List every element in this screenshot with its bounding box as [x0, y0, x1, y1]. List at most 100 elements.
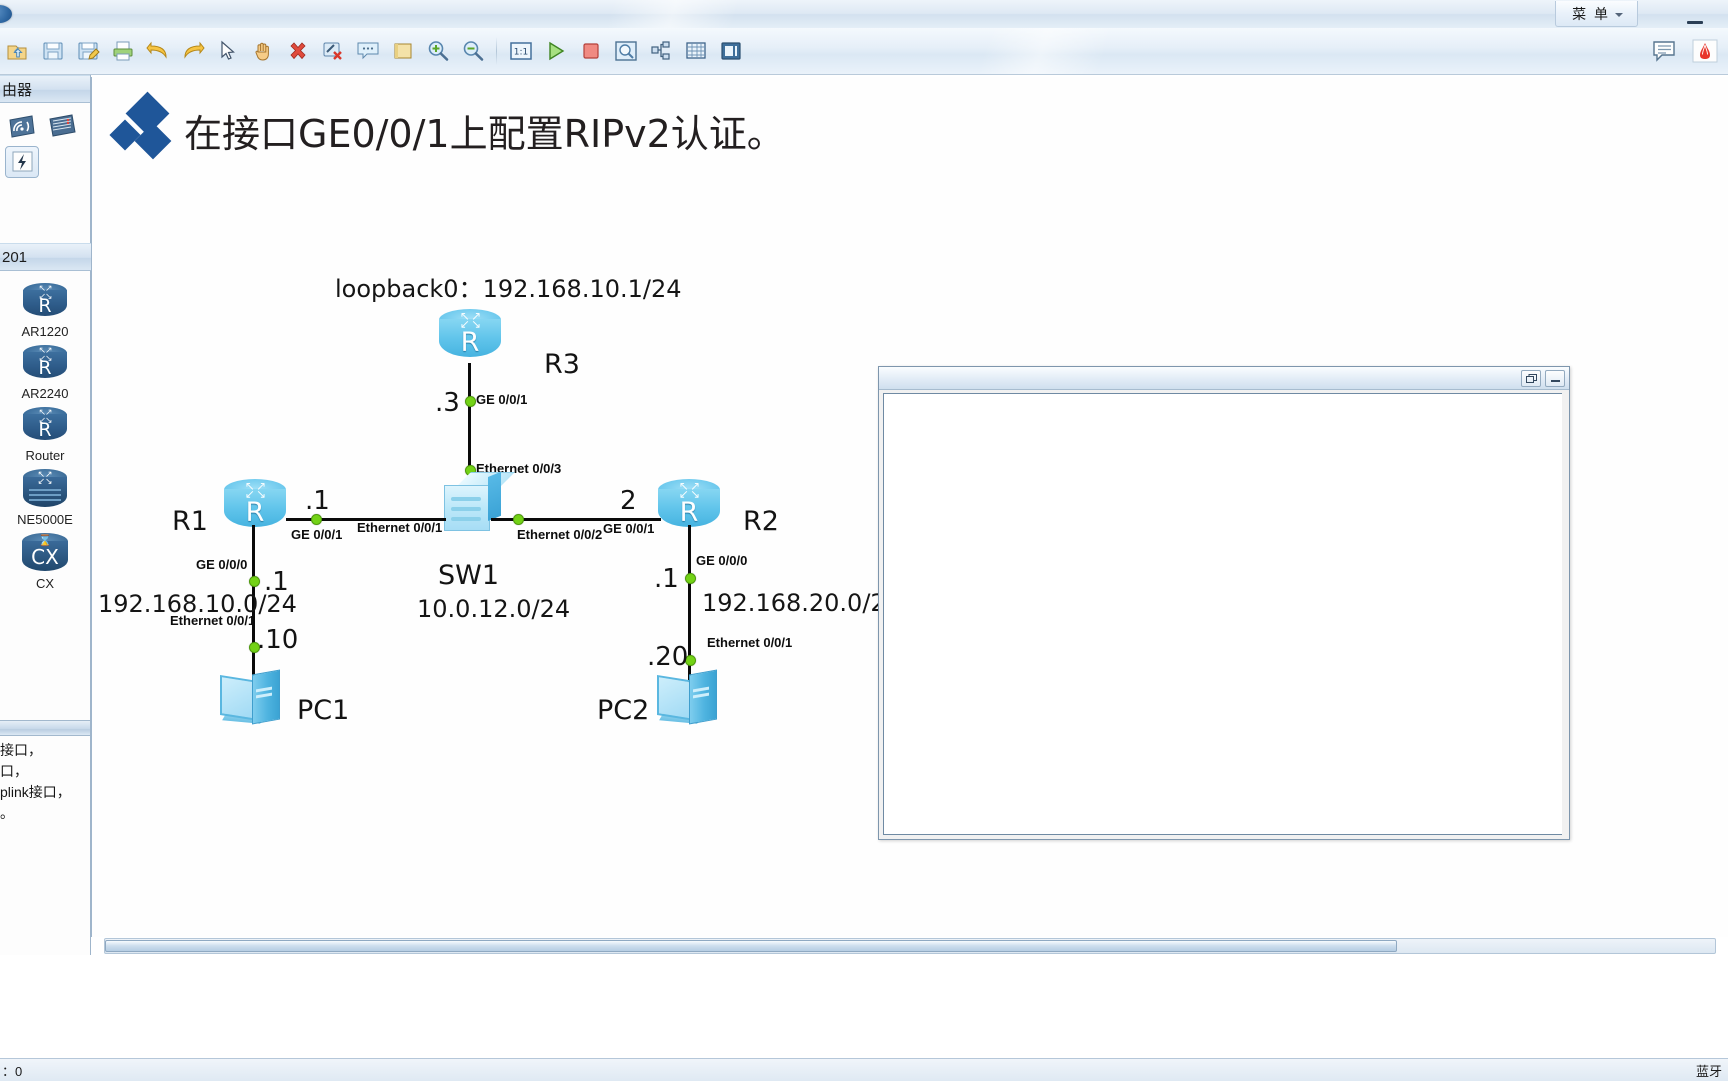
- palette-item-label: Router: [25, 448, 65, 463]
- menu-button[interactable]: 菜 单: [1555, 1, 1638, 27]
- node-r2-label: R2: [743, 506, 779, 537]
- description-line: plink接口，: [0, 784, 71, 800]
- zoom-in-icon[interactable]: [421, 35, 454, 68]
- minimize-button[interactable]: [1672, 2, 1718, 28]
- feedback-icon[interactable]: [1647, 34, 1680, 67]
- node-r3-label: R3: [544, 349, 580, 380]
- palette-item-ar1220[interactable]: ↖↗ ↙↘ R AR1220: [0, 283, 90, 339]
- start-device-icon[interactable]: [539, 35, 572, 68]
- app-orb-icon[interactable]: [0, 5, 12, 23]
- add-shape-icon[interactable]: [386, 35, 419, 68]
- node-pc2-icon[interactable]: [657, 669, 723, 730]
- node-r1-icon[interactable]: ↖ ↗ ↙ ↘ R: [224, 479, 286, 535]
- octet-label-pc2: .20: [647, 642, 689, 672]
- cli-restore-button[interactable]: [1521, 369, 1541, 387]
- save-icon[interactable]: [36, 35, 69, 68]
- node-pc1-icon[interactable]: [220, 669, 286, 730]
- chevron-down-icon: [1615, 12, 1623, 17]
- cli-minimize-button[interactable]: [1545, 369, 1565, 387]
- packet-capture-icon[interactable]: [609, 35, 642, 68]
- statusbar: ：0 蓝牙: [0, 1058, 1728, 1081]
- octet-label-r3: .3: [435, 388, 460, 418]
- palette-item-router[interactable]: ↖↗ ↙↘ R Router: [0, 407, 90, 463]
- node-r3-icon[interactable]: ↖ ↗ ↙ ↘ R: [439, 309, 501, 365]
- octet-label-pc1: .10: [257, 625, 299, 655]
- ne-router-icon: ↖↗ ↙↘: [23, 469, 67, 511]
- device-class-panel-header: 由器: [0, 75, 90, 103]
- node-sw1-icon[interactable]: [444, 471, 515, 531]
- palette-item-cx[interactable]: ⌛ CX CX: [0, 533, 90, 591]
- octet-label-r1-right: .1: [305, 486, 330, 516]
- minimize-glyph: [1687, 21, 1703, 24]
- statusbar-right-text: 蓝牙: [1695, 1063, 1722, 1079]
- description-line: 接口，: [0, 742, 42, 758]
- node-pc1-label: PC1: [297, 695, 350, 726]
- interface-label-sw-right: Ethernet 0/0/2: [517, 527, 603, 542]
- pan-hand-icon[interactable]: [246, 35, 279, 68]
- link-endpoint-dot[interactable]: [513, 514, 524, 525]
- scrollbar-thumb[interactable]: [105, 940, 1397, 952]
- link-endpoint-dot[interactable]: [249, 576, 260, 587]
- subnet-label-right: 192.168.20.0/24: [702, 589, 901, 617]
- loopback-annotation: loopback0：192.168.10.1/24: [335, 275, 682, 303]
- interface-label-r2-down: GE 0/0/0: [696, 553, 748, 568]
- interface-label-sw-left: Ethernet 0/0/1: [357, 520, 443, 535]
- cli-titlebar[interactable]: [879, 367, 1569, 390]
- save-as-icon[interactable]: [71, 35, 104, 68]
- palette-item-label: NE5000E: [17, 512, 73, 527]
- palette-item-ar2240[interactable]: ↖↗ ↙↘ R AR2240: [0, 345, 90, 401]
- main-toolbar: 1:1: [0, 28, 1728, 75]
- toolbar-right-group: [1645, 34, 1722, 67]
- interface-label-r1-down: GE 0/0/0: [196, 557, 248, 572]
- device-model-list: ↖↗ ↙↘ R AR1220 ↖↗ ↙↘ R AR2240 ↖↗ ↙↘ R Route…: [0, 271, 90, 597]
- topology-tree-icon[interactable]: [644, 35, 677, 68]
- octet-label-r2-down: .1: [654, 564, 679, 594]
- print-icon[interactable]: [106, 35, 139, 68]
- link-endpoint-dot[interactable]: [685, 573, 696, 584]
- select-cursor-icon[interactable]: [211, 35, 244, 68]
- sidebar-splitter[interactable]: [0, 720, 90, 736]
- interface-label-r1-right: GE 0/0/1: [291, 527, 343, 542]
- interface-label-r2-left: GE 0/0/1: [603, 521, 655, 536]
- redo-icon[interactable]: [176, 35, 209, 68]
- node-pc2-label: PC2: [597, 695, 650, 726]
- palette-item-label: AR1220: [21, 324, 69, 339]
- cli-output-text: [884, 394, 1562, 400]
- palette-item-label: CX: [35, 576, 55, 591]
- router-icon: ↖↗ ↙↘ R: [23, 345, 67, 385]
- open-icon[interactable]: [1, 35, 34, 68]
- description-line: 口，: [0, 763, 28, 779]
- node-sw1-label: SW1: [438, 560, 500, 591]
- huawei-logo-icon[interactable]: [1688, 34, 1721, 67]
- device-class-icon-row: [0, 103, 90, 178]
- delete-icon[interactable]: [281, 35, 314, 68]
- add-note-icon[interactable]: [351, 35, 384, 68]
- device-model-panel-header: 201: [0, 243, 92, 271]
- device-class-switch-icon[interactable]: [46, 111, 78, 141]
- toolbar-gloss: [720, 28, 1420, 74]
- device-model-panel-title: 201: [2, 248, 28, 266]
- actual-size-icon[interactable]: 1:1: [504, 35, 537, 68]
- delete-link-icon[interactable]: [316, 35, 349, 68]
- interface-label-r3-down: GE 0/0/1: [476, 392, 528, 407]
- grid-icon[interactable]: [679, 35, 712, 68]
- titlebar-gloss: [250, 0, 1150, 28]
- zoom-out-icon[interactable]: [456, 35, 489, 68]
- cli-output-area[interactable]: [883, 393, 1562, 835]
- device-class-wireless-icon[interactable]: [6, 111, 38, 141]
- svg-text:1:1: 1:1: [513, 48, 527, 58]
- palette-item-ne5000e[interactable]: ↖↗ ↙↘ NE5000E: [0, 469, 90, 527]
- console-icon[interactable]: [714, 35, 747, 68]
- canvas-horizontal-scrollbar[interactable]: [104, 938, 1716, 954]
- undo-icon[interactable]: [141, 35, 174, 68]
- page-title: 在接口GE0/0/1上配置RIPv2认证。: [184, 112, 785, 156]
- device-description-text: 接口， 口， plink接口， 。: [0, 740, 90, 824]
- diamond-cluster-logo: [109, 91, 180, 174]
- device-class-power-icon[interactable]: [5, 146, 39, 178]
- stop-device-icon[interactable]: [574, 35, 607, 68]
- router-icon: ↖↗ ↙↘ R: [23, 283, 67, 323]
- cx-switch-icon: ⌛ CX: [22, 533, 68, 575]
- link-endpoint-dot[interactable]: [465, 396, 476, 407]
- cli-window[interactable]: [878, 366, 1570, 840]
- statusbar-left-text: ：0: [2, 1063, 23, 1079]
